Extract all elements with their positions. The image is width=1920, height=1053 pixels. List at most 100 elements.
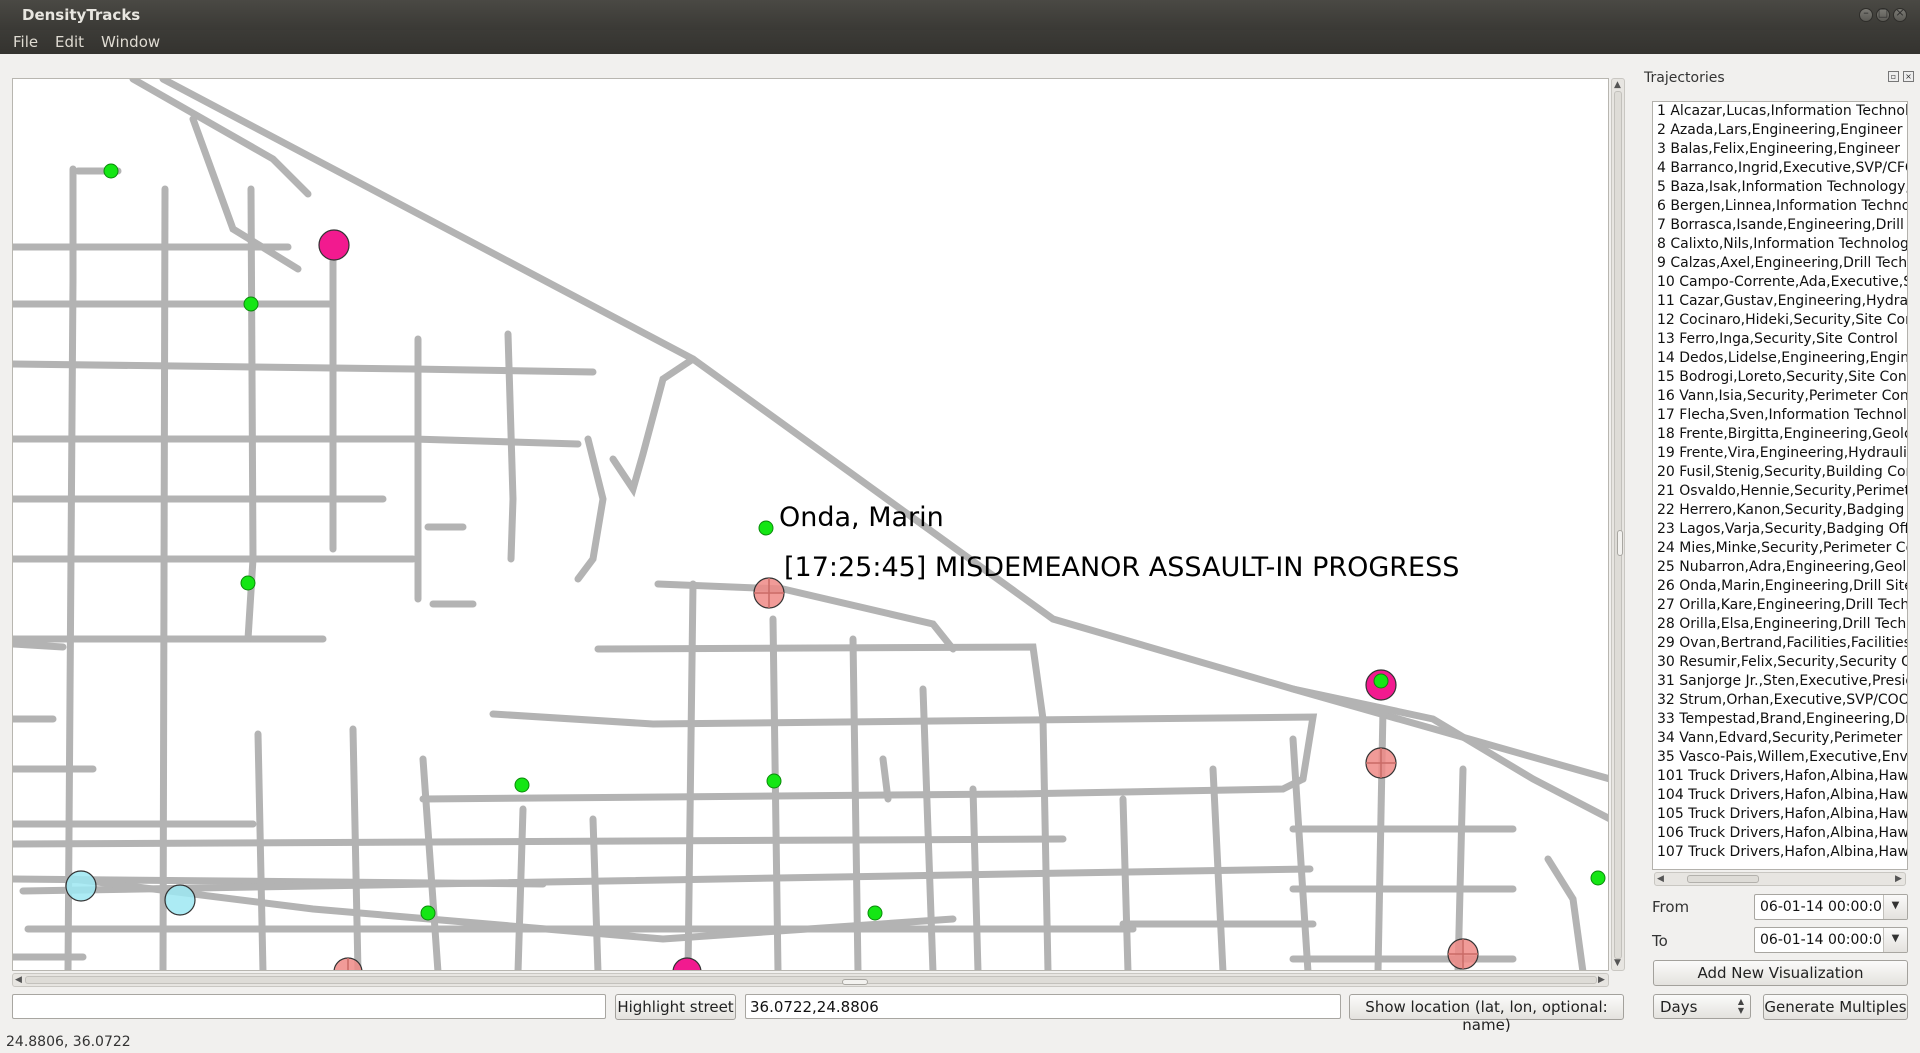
trajectory-list-item[interactable]: 5 Baza,Isak,Information Technology,IT He…: [1653, 178, 1907, 197]
add-visualization-button[interactable]: Add New Visualization: [1653, 960, 1908, 986]
trajectory-list-item[interactable]: 34 Vann,Edvard,Security,Perimeter Contro…: [1653, 729, 1907, 748]
trajectory-list-scroll-thumb[interactable]: [1687, 875, 1759, 883]
chevron-down-icon[interactable]: ▼: [1883, 895, 1907, 919]
trajectory-list-item[interactable]: 20 Fusil,Stenig,Security,Building Contro…: [1653, 463, 1907, 482]
map-horizontal-scrollbar[interactable]: ◀ ▶: [12, 973, 1609, 987]
close-button[interactable]: ×: [1893, 6, 1907, 22]
status-bar: 24.8806, 36.0722: [6, 1034, 131, 1050]
to-datetime-value: 06-01-14 00:00:00: [1760, 932, 1891, 948]
menu-file[interactable]: File: [13, 33, 38, 51]
pink-marker[interactable]: [672, 957, 702, 971]
menu-bar: File Edit Window: [0, 30, 1920, 54]
green-marker[interactable]: [514, 777, 530, 793]
show-location-button[interactable]: Show location (lat, lon, optional: name): [1349, 994, 1624, 1034]
from-datetime-value: 06-01-14 00:00:00: [1760, 899, 1891, 915]
map-label-event: [17:25:45] MISDEMEANOR ASSAULT-IN PROGRE…: [784, 552, 1459, 583]
trajectory-list-item[interactable]: 29 Ovan,Bertrand,Facilities,Facilities G…: [1653, 634, 1907, 653]
menu-edit[interactable]: Edit: [55, 33, 84, 51]
trajectory-list-item[interactable]: 21 Osvaldo,Hennie,Security,Perimeter Con…: [1653, 482, 1907, 501]
scroll-right-icon: ▶: [1598, 975, 1605, 985]
trajectory-list-item[interactable]: 10 Campo-Corrente,Ada,Executive,SVP/CIO: [1653, 273, 1907, 292]
map-horizontal-scroll-thumb[interactable]: [25, 976, 1597, 985]
trajectory-list-item[interactable]: 9 Calzas,Axel,Engineering,Drill Technici…: [1653, 254, 1907, 273]
trajectory-list[interactable]: 1 Alcazar,Lucas,Information Technology,I…: [1652, 101, 1908, 870]
trajectory-list-item[interactable]: 11 Cazar,Gustav,Engineering,Hydraulic Te…: [1653, 292, 1907, 311]
maximize-button[interactable]: □: [1876, 6, 1890, 22]
trajectory-list-item[interactable]: 13 Ferro,Inga,Security,Site Control: [1653, 330, 1907, 349]
green-marker[interactable]: [1590, 870, 1606, 886]
grip-icon: [1617, 530, 1623, 556]
trajectory-list-item[interactable]: 2 Azada,Lars,Engineering,Engineer: [1653, 121, 1907, 140]
minimize-icon: –: [1863, 6, 1869, 19]
map-vertical-scrollbar[interactable]: ▲ ▼: [1611, 78, 1625, 971]
trajectory-list-item[interactable]: 107 Truck Drivers,Hafon,Albina,Hawelon,D…: [1653, 843, 1907, 862]
trajectory-list-item[interactable]: 28 Orilla,Elsa,Engineering,Drill Technic…: [1653, 615, 1907, 634]
trajectory-list-item[interactable]: 33 Tempestad,Brand,Engineering,Drill Tec…: [1653, 710, 1907, 729]
trajectory-list-item[interactable]: 105 Truck Drivers,Hafon,Albina,Hawelon,H…: [1653, 805, 1907, 824]
trajectory-list-item[interactable]: 17 Flecha,Sven,Information Technology,IT…: [1653, 406, 1907, 425]
trajectory-list-item[interactable]: 23 Lagos,Varja,Security,Badging Office: [1653, 520, 1907, 539]
scroll-down-icon: ▼: [1614, 958, 1621, 968]
highlight-street-button[interactable]: Highlight street: [615, 994, 736, 1020]
spinner-icon: ▲ ▼: [1737, 997, 1744, 1015]
map-canvas[interactable]: Onda, Marin [17:25:45] MISDEMEANOR ASSAU…: [13, 79, 1609, 971]
trajectory-list-item[interactable]: 8 Calixto,Nils,Information Technology,IT…: [1653, 235, 1907, 254]
green-marker[interactable]: [1373, 673, 1389, 689]
green-marker[interactable]: [240, 575, 256, 591]
scroll-left-icon: ◀: [15, 975, 22, 985]
trajectory-list-item[interactable]: 30 Resumir,Felix,Security,Security Group…: [1653, 653, 1907, 672]
trajectory-list-item[interactable]: 26 Onda,Marin,Engineering,Drill Site Man…: [1653, 577, 1907, 596]
pink-marker[interactable]: [318, 229, 350, 261]
trajectory-list-item[interactable]: 4 Barranco,Ingrid,Executive,SVP/CFO: [1653, 159, 1907, 178]
green-marker[interactable]: [766, 773, 782, 789]
trajectory-list-item[interactable]: 106 Truck Drivers,Hafon,Albina,Hawelon,I…: [1653, 824, 1907, 843]
location-input[interactable]: [745, 994, 1341, 1019]
trajectory-list-item[interactable]: 7 Borrasca,Isande,Engineering,Drill Tech…: [1653, 216, 1907, 235]
trajectory-list-item[interactable]: 24 Mies,Minke,Security,Perimeter Control: [1653, 539, 1907, 558]
unit-select[interactable]: Days ▲ ▼: [1653, 994, 1751, 1019]
trajectory-list-item[interactable]: 104 Truck Drivers,Hafon,Albina,Hawelon,C…: [1653, 786, 1907, 805]
map-vertical-scroll-thumb[interactable]: [1614, 91, 1623, 959]
scroll-left-icon: ◀: [1657, 874, 1664, 884]
trajectory-list-item[interactable]: 101 Truck Drivers,Hafon,Albina,Hawelon,B…: [1653, 767, 1907, 786]
panel-close-icon[interactable]: ×: [1903, 71, 1914, 82]
title-bar: DensityTracks – □ ×: [0, 0, 1920, 30]
trajectory-list-item[interactable]: 18 Frente,Birgitta,Engineering,Geologist: [1653, 425, 1907, 444]
green-marker[interactable]: [758, 520, 774, 536]
from-datetime[interactable]: 06-01-14 00:00:00 ▼: [1754, 894, 1908, 920]
trajectory-list-item[interactable]: 1 Alcazar,Lucas,Information Technology,I…: [1653, 102, 1907, 121]
trajectory-list-item[interactable]: 12 Cocinaro,Hideki,Security,Site Control: [1653, 311, 1907, 330]
to-label: To: [1652, 932, 1668, 950]
trajectory-list-item[interactable]: 6 Bergen,Linnea,Information Technology,I…: [1653, 197, 1907, 216]
cyan-marker[interactable]: [65, 870, 97, 902]
to-datetime[interactable]: 06-01-14 00:00:00 ▼: [1754, 927, 1908, 953]
green-marker[interactable]: [243, 296, 259, 312]
trajectory-list-item[interactable]: 32 Strum,Orhan,Executive,SVP/COO: [1653, 691, 1907, 710]
panel-title: Trajectories: [1644, 70, 1725, 86]
trajectory-list-item[interactable]: 19 Frente,Vira,Engineering,Hydraulic Tec…: [1653, 444, 1907, 463]
window-title: DensityTracks: [22, 6, 141, 24]
trajectory-list-item[interactable]: 27 Orilla,Kare,Engineering,Drill Technic…: [1653, 596, 1907, 615]
generate-multiples-button[interactable]: Generate Multiples: [1763, 994, 1908, 1020]
trajectory-list-scrollbar[interactable]: ◀ ▶: [1654, 872, 1906, 886]
green-marker[interactable]: [867, 905, 883, 921]
chevron-down-icon[interactable]: ▼: [1883, 928, 1907, 952]
trajectory-list-item[interactable]: 15 Bodrogi,Loreto,Security,Site Control: [1653, 368, 1907, 387]
scroll-up-icon: ▲: [1614, 80, 1621, 90]
panel-float-icon[interactable]: ▫: [1888, 71, 1899, 82]
trajectory-list-item[interactable]: 31 Sanjorge Jr.,Sten,Executive,President…: [1653, 672, 1907, 691]
minimize-button[interactable]: –: [1859, 6, 1873, 22]
green-marker[interactable]: [103, 163, 119, 179]
green-marker[interactable]: [420, 905, 436, 921]
trajectory-list-item[interactable]: 3 Balas,Felix,Engineering,Engineer: [1653, 140, 1907, 159]
trajectory-list-item[interactable]: 35 Vasco-Pais,Willem,Executive,Environme…: [1653, 748, 1907, 767]
cyan-marker[interactable]: [164, 884, 196, 916]
map-view[interactable]: Onda, Marin [17:25:45] MISDEMEANOR ASSAU…: [12, 78, 1609, 971]
trajectory-list-item[interactable]: 22 Herrero,Kanon,Security,Badging Office: [1653, 501, 1907, 520]
menu-window[interactable]: Window: [101, 33, 160, 51]
grip-icon: [842, 979, 868, 985]
street-input[interactable]: [12, 994, 606, 1019]
trajectory-list-item[interactable]: 16 Vann,Isia,Security,Perimeter Control: [1653, 387, 1907, 406]
trajectory-list-item[interactable]: 14 Dedos,Lidelse,Engineering,Engineering…: [1653, 349, 1907, 368]
trajectory-list-item[interactable]: 25 Nubarron,Adra,Engineering,Geologist: [1653, 558, 1907, 577]
